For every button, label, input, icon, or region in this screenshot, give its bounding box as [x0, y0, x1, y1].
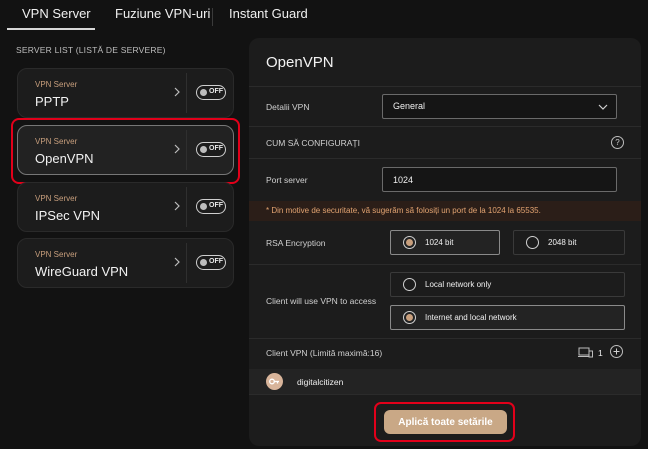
card-divider: [186, 187, 187, 227]
chevron-right-icon: [174, 257, 180, 267]
card-divider: [186, 130, 187, 170]
card-divider: [186, 73, 187, 113]
rsa-2048-label: 2048 bit: [548, 238, 577, 247]
radio-unselected-icon: [403, 278, 416, 291]
how-to-configure-label[interactable]: CUM SĂ CONFIGURAȚI: [266, 138, 360, 148]
toggle-label: OFF: [209, 202, 223, 209]
radio-selected-icon: [403, 311, 416, 324]
help-icon[interactable]: ?: [611, 136, 624, 149]
card-divider: [186, 243, 187, 283]
access-internet-local-option[interactable]: Internet and local network: [390, 305, 625, 330]
toggle-label: OFF: [209, 145, 223, 152]
vpn-details-value: General: [393, 101, 426, 111]
client-access-label: Client will use VPN to access: [266, 296, 377, 306]
rsa-encryption-label: RSA Encryption: [266, 238, 326, 248]
server-card-name: OpenVPN: [35, 151, 94, 166]
tab-bar: VPN Server Fuziune VPN-uri Instant Guard: [0, 0, 648, 33]
port-server-input[interactable]: [382, 167, 617, 192]
key-icon: [266, 373, 283, 390]
divider: [249, 264, 641, 265]
divider: [249, 86, 641, 87]
server-card-type: VPN Server: [35, 250, 78, 259]
toggle-knob: [200, 203, 207, 210]
server-card-openvpn[interactable]: VPN Server OpenVPN OFF: [17, 125, 234, 175]
tab-separator: [212, 8, 213, 26]
tab-vpn-server[interactable]: VPN Server: [22, 6, 91, 28]
rsa-1024-option[interactable]: 1024 bit: [390, 230, 500, 255]
toggle-knob: [200, 146, 207, 153]
toggle-knob: [200, 259, 207, 266]
ipsec-toggle[interactable]: OFF: [196, 199, 226, 214]
divider: [249, 394, 641, 395]
port-server-label: Port server: [266, 175, 308, 185]
chevron-right-icon: [174, 201, 180, 211]
chevron-right-icon: [174, 87, 180, 97]
divider: [249, 158, 641, 159]
divider: [249, 126, 641, 127]
rsa-1024-label: 1024 bit: [425, 238, 454, 247]
toggle-label: OFF: [209, 258, 223, 265]
openvpn-toggle[interactable]: OFF: [196, 142, 226, 157]
server-card-name: PPTP: [35, 94, 69, 109]
server-card-name: WireGuard VPN: [35, 264, 129, 279]
openvpn-settings-panel: OpenVPN Detalii VPN General CUM SĂ CONFI…: [249, 38, 641, 446]
port-warning-text: * Din motive de securitate, vă sugerăm s…: [266, 206, 541, 215]
server-card-pptp[interactable]: VPN Server PPTP OFF: [17, 68, 234, 118]
toggle-label: OFF: [209, 88, 223, 95]
server-list-title: SERVER LIST (LISTĂ DE SERVERE): [16, 45, 166, 55]
vpn-details-label: Detalii VPN: [266, 102, 310, 112]
access-local-only-label: Local network only: [425, 280, 492, 289]
server-card-ipsec[interactable]: VPN Server IPSec VPN OFF: [17, 182, 234, 232]
radio-unselected-icon: [526, 236, 539, 249]
client-row[interactable]: digitalcitizen: [249, 369, 641, 394]
server-card-type: VPN Server: [35, 137, 78, 146]
client-count: 1: [598, 348, 603, 358]
tab-vpn-fusion[interactable]: Fuziune VPN-uri: [115, 6, 210, 28]
devices-icon: [578, 347, 593, 358]
server-card-type: VPN Server: [35, 80, 78, 89]
chevron-down-icon: [598, 104, 608, 110]
tab-instant-guard[interactable]: Instant Guard: [229, 6, 308, 28]
toggle-knob: [200, 89, 207, 96]
divider: [249, 338, 641, 339]
wireguard-toggle[interactable]: OFF: [196, 255, 226, 270]
port-warning: * Din motive de securitate, vă sugerăm s…: [249, 201, 641, 221]
apply-all-settings-button[interactable]: Aplică toate setările: [384, 410, 507, 434]
pptp-toggle[interactable]: OFF: [196, 85, 226, 100]
radio-selected-icon: [403, 236, 416, 249]
access-local-only-option[interactable]: Local network only: [390, 272, 625, 297]
add-client-icon[interactable]: [610, 345, 623, 358]
client-name: digitalcitizen: [297, 377, 344, 387]
active-tab-underline: [7, 28, 95, 30]
server-card-name: IPSec VPN: [35, 208, 101, 223]
vpn-details-select[interactable]: General: [382, 94, 617, 119]
access-internet-local-label: Internet and local network: [425, 313, 517, 322]
server-card-wireguard[interactable]: VPN Server WireGuard VPN OFF: [17, 238, 234, 288]
chevron-right-icon: [174, 144, 180, 154]
server-card-type: VPN Server: [35, 194, 78, 203]
rsa-2048-option[interactable]: 2048 bit: [513, 230, 625, 255]
client-vpn-label: Client VPN (Limită maximă:16): [266, 348, 383, 358]
panel-title: OpenVPN: [266, 54, 334, 71]
